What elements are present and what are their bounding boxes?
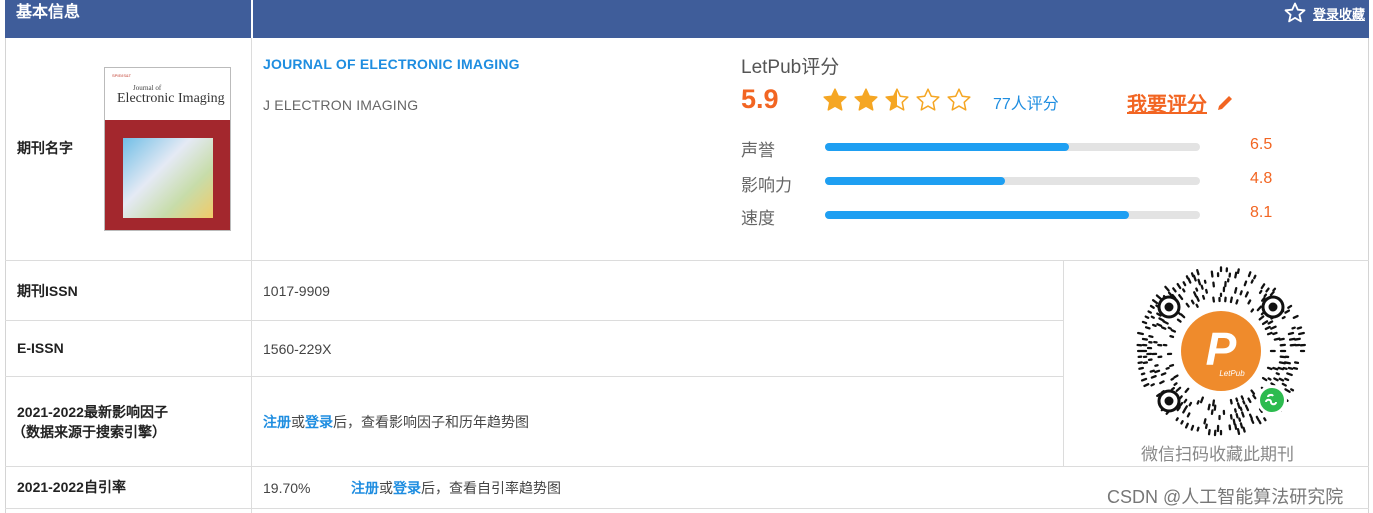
impact-factor-notice: 注册或登录后，查看影响因子和历年趋势图	[263, 412, 529, 432]
star-empty-icon	[947, 88, 971, 111]
impact-factor-suffix: 后，查看影响因子和历年趋势图	[333, 414, 529, 430]
speed-label: 速度	[741, 209, 775, 228]
qr-column-divider	[1063, 261, 1064, 466]
favorite-label: 登录收藏	[1312, 6, 1365, 22]
journal-full-name-link[interactable]: JOURNAL OF ELECTRONIC IMAGING	[263, 56, 520, 72]
letpub-logo-text: LetPub	[1219, 369, 1245, 378]
or-text: 或	[291, 414, 305, 430]
reputation-bar	[825, 143, 1200, 151]
rating-score: 5.9	[741, 84, 779, 114]
self-citation-suffix: 后，查看自引率趋势图	[421, 480, 561, 496]
self-citation-value: 19.70%	[263, 480, 311, 496]
section-header: 基本信息 登录收藏	[5, 0, 1369, 38]
self-citation-label: 2021-2022自引率	[17, 479, 126, 495]
star-empty-icon	[916, 88, 940, 111]
reputation-bar-fill	[825, 143, 1069, 151]
rating-title: LetPub评分	[741, 57, 840, 78]
impact-factor-source-label: （数据来源于搜索引擎）	[12, 424, 166, 440]
influence-label: 影响力	[741, 176, 792, 195]
issn-label: 期刊ISSN	[17, 283, 78, 299]
reputation-label: 声誉	[741, 141, 775, 160]
pencil-icon	[1218, 95, 1232, 110]
row-divider	[5, 376, 1063, 377]
row-divider	[5, 320, 1063, 321]
wechat-mini-program-icon	[1257, 385, 1287, 415]
speed-value: 8.1	[1250, 204, 1273, 221]
favorite-login-link[interactable]: 登录收藏	[1283, 0, 1365, 26]
impact-factor-label: 2021-2022最新影响因子	[17, 404, 168, 420]
or-text: 或	[379, 480, 393, 496]
influence-bar-fill	[825, 177, 1005, 185]
row-divider	[5, 466, 1369, 467]
star-outline-icon	[1284, 2, 1306, 23]
journal-cover-image: SPIE/IS&T Journal of Electronic Imaging	[104, 67, 231, 231]
cover-publisher-text: SPIE/IS&T	[112, 73, 132, 78]
login-link[interactable]: 登录	[305, 414, 333, 430]
row-divider	[5, 260, 1369, 261]
cover-title: Electronic Imaging	[117, 91, 225, 106]
star-filled-icon	[854, 88, 878, 111]
rating-count-link[interactable]: 77人评分	[993, 90, 1059, 114]
register-link[interactable]: 注册	[351, 480, 379, 496]
watermark: CSDN @人工智能算法研究院	[1107, 487, 1344, 507]
reputation-value: 6.5	[1250, 136, 1273, 153]
journal-abbreviation: J ELECTRON IMAGING	[263, 97, 419, 113]
header-divider	[251, 0, 253, 38]
journal-name-label: 期刊名字	[17, 140, 73, 156]
eissn-value: 1560-229X	[263, 341, 332, 357]
eissn-label: E-ISSN	[17, 340, 64, 356]
column-divider	[251, 38, 252, 513]
self-citation-notice: 注册或登录后，查看自引率趋势图	[351, 478, 561, 498]
rate-journal-button[interactable]: 我要评分	[1127, 88, 1235, 117]
star-filled-icon	[823, 88, 847, 111]
rating-stars	[822, 87, 972, 113]
register-link[interactable]: 注册	[263, 414, 291, 430]
influence-value: 4.8	[1250, 170, 1273, 187]
cover-illustration	[123, 138, 213, 218]
star-half-icon	[885, 88, 909, 111]
influence-bar	[825, 177, 1200, 185]
qr-caption: 微信扫码收藏此期刊	[1141, 445, 1294, 464]
section-title: 基本信息	[16, 4, 81, 21]
wechat-qr-code: P LetPub	[1136, 266, 1306, 437]
letpub-logo-letter: P	[1206, 323, 1237, 375]
issn-value: 1017-9909	[263, 283, 330, 299]
speed-bar	[825, 211, 1200, 219]
rate-journal-label: 我要评分	[1127, 94, 1207, 116]
login-link[interactable]: 登录	[393, 480, 421, 496]
speed-bar-fill	[825, 211, 1129, 219]
